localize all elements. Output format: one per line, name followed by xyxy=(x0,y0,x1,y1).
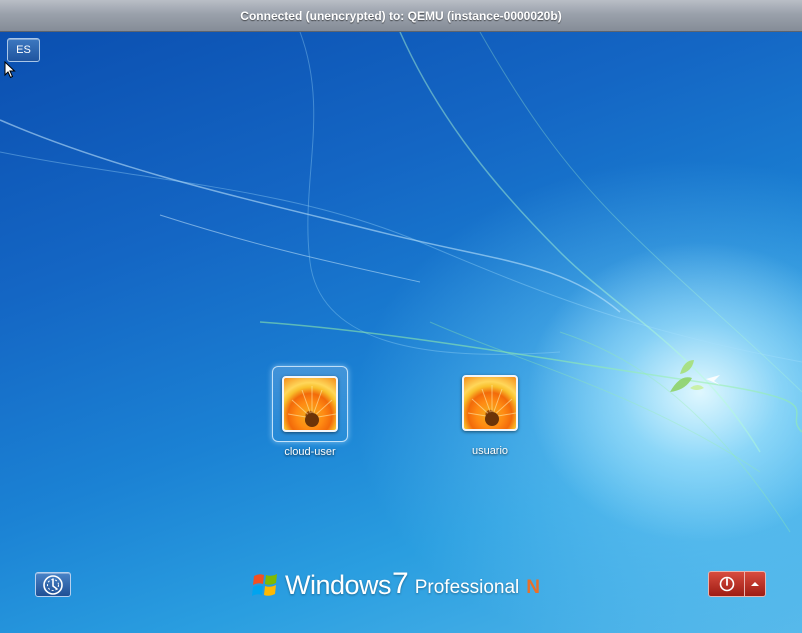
brand-windows-word: Windows xyxy=(285,570,392,600)
user-tile-selection-frame xyxy=(272,366,348,442)
orange-flower-icon xyxy=(282,376,338,432)
user-tile-usuario[interactable]: usuario xyxy=(444,372,536,457)
vnc-title-bar: Connected (unencrypted) to: QEMU (instan… xyxy=(0,0,802,32)
shutdown-button-group xyxy=(708,571,766,597)
brand-edition-suffix: N xyxy=(526,577,541,598)
login-screen: ES cloud-user usuario Windows 7 Professi… xyxy=(0,32,802,633)
shutdown-options-button[interactable] xyxy=(745,572,765,596)
orange-flower-icon xyxy=(462,375,518,431)
brand-edition: Professional xyxy=(414,577,520,598)
windows-flag-icon xyxy=(252,574,277,596)
power-icon xyxy=(719,576,734,592)
language-indicator[interactable]: ES xyxy=(7,38,40,62)
windows-branding: Windows 7 Professional N xyxy=(251,567,540,601)
chevron-up-icon xyxy=(751,582,759,586)
user-tile-cloud-user[interactable]: cloud-user xyxy=(264,366,356,458)
mouse-pointer-icon xyxy=(4,61,16,79)
user-name-label: cloud-user xyxy=(284,446,336,458)
user-tile-frame xyxy=(459,372,521,434)
shutdown-button[interactable] xyxy=(709,572,745,596)
background-swirls xyxy=(0,32,802,533)
brand-version: 7 xyxy=(392,567,409,600)
ease-of-access-button[interactable] xyxy=(35,572,71,597)
ease-of-access-icon xyxy=(43,574,63,595)
vnc-connection-title: Connected (unencrypted) to: QEMU (instan… xyxy=(240,9,562,23)
user-name-label: usuario xyxy=(471,445,509,457)
